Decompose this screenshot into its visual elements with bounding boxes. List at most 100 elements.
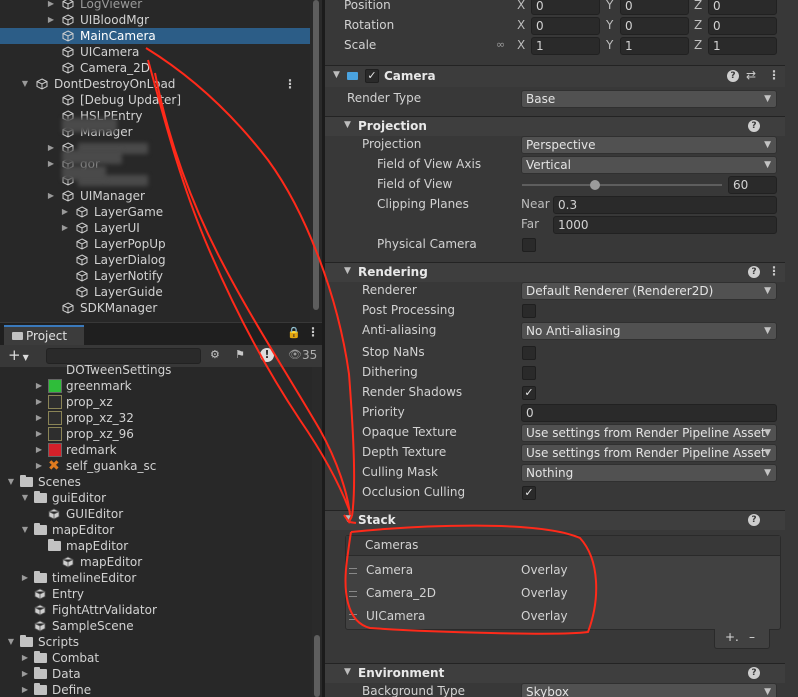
- position-x-field[interactable]: 0: [531, 0, 600, 15]
- warning-filter-icon[interactable]: !: [260, 348, 274, 362]
- tab-project[interactable]: Project: [4, 325, 84, 345]
- hierarchy-scrollbar[interactable]: [310, 0, 322, 322]
- hierarchy-item[interactable]: Camera_2D: [0, 60, 310, 76]
- axis-label[interactable]: Z: [694, 18, 702, 32]
- stack-camera-row[interactable]: Camera_2D Overlay: [346, 583, 780, 605]
- hierarchy-item[interactable]: LayerDialog: [0, 252, 310, 268]
- hierarchy-item[interactable]: UICamera: [0, 44, 310, 60]
- project-item[interactable]: ▶ Combat: [0, 650, 312, 666]
- physical-camera-checkbox[interactable]: [522, 238, 536, 252]
- anti-aliasing-dropdown[interactable]: No Anti-aliasing ▼: [521, 322, 777, 340]
- expand-arrow-icon[interactable]: ▼: [20, 490, 30, 506]
- kebab-menu-icon[interactable]: ⋮: [307, 325, 319, 339]
- collapse-arrow-icon[interactable]: ▼: [344, 667, 351, 677]
- culling-mask-dropdown[interactable]: Nothing ▼: [521, 464, 777, 482]
- expand-arrow-icon[interactable]: ▶: [34, 426, 44, 442]
- expand-arrow-icon[interactable]: ▶: [20, 666, 30, 682]
- project-item[interactable]: ▶ Data: [0, 666, 312, 682]
- project-item[interactable]: ▶ greenmark: [0, 378, 312, 394]
- expand-arrow-icon[interactable]: ▶: [34, 394, 44, 410]
- hierarchy-item[interactable]: ▶ LayerUI: [0, 220, 310, 236]
- project-item[interactable]: Entry: [0, 586, 312, 602]
- axis-label[interactable]: Y: [606, 18, 613, 32]
- project-item[interactable]: ▶ prop_xz_32: [0, 410, 312, 426]
- expand-arrow-icon[interactable]: ▶: [34, 458, 44, 474]
- drag-handle-icon[interactable]: [349, 591, 357, 597]
- expand-arrow-icon[interactable]: ▼: [20, 522, 30, 538]
- fov-value-field[interactable]: 60: [728, 176, 777, 194]
- rendering-section-header[interactable]: ▼ Rendering ? ⋮: [325, 262, 798, 282]
- axis-label[interactable]: X: [517, 0, 525, 12]
- expand-arrow-icon[interactable]: ▶: [46, 0, 56, 12]
- hierarchy-item[interactable]: MainCamera: [0, 28, 310, 44]
- component-menu-icon[interactable]: ⋮: [768, 68, 780, 82]
- help-icon[interactable]: ?: [748, 120, 760, 132]
- expand-arrow-icon[interactable]: ▼: [6, 634, 16, 650]
- opaque-texture-dropdown[interactable]: Use settings from Render Pipeline Asset ▼: [521, 424, 777, 442]
- background-type-dropdown[interactable]: Skybox ▼: [521, 683, 777, 697]
- project-item[interactable]: ▶ ✖ self_guanka_sc: [0, 458, 312, 474]
- expand-arrow-icon[interactable]: ▶: [46, 140, 56, 156]
- dithering-checkbox[interactable]: [522, 366, 536, 380]
- remove-camera-button[interactable]: –: [749, 630, 755, 644]
- filter-by-label-icon[interactable]: ⚑: [235, 348, 245, 361]
- inspector-scrollbar[interactable]: [785, 0, 798, 697]
- project-item[interactable]: FightAttrValidator: [0, 602, 312, 618]
- post-processing-checkbox[interactable]: [522, 304, 536, 318]
- projection-dropdown[interactable]: Perspective ▼: [521, 136, 777, 154]
- hierarchy-item[interactable]: ▶ LogViewer: [0, 0, 310, 12]
- project-item[interactable]: SampleScene: [0, 618, 312, 634]
- stack-camera-row[interactable]: Camera Overlay: [346, 560, 780, 582]
- constrain-proportions-icon[interactable]: ∞: [496, 38, 505, 51]
- hierarchy-item[interactable]: ▶ UIManager: [0, 188, 310, 204]
- drag-handle-icon[interactable]: [349, 568, 357, 574]
- collapse-arrow-icon[interactable]: ▼: [344, 514, 351, 524]
- near-field[interactable]: 0.3: [553, 196, 777, 214]
- render-type-dropdown[interactable]: Base ▼: [521, 90, 777, 108]
- presets-icon[interactable]: ⇄: [746, 68, 756, 82]
- hierarchy-item[interactable]: ▶ UIBloodMgr: [0, 12, 310, 28]
- axis-label[interactable]: Z: [694, 38, 702, 52]
- project-scrollbar[interactable]: [312, 367, 322, 697]
- hierarchy-item[interactable]: LayerPopUp: [0, 236, 310, 252]
- rotation-y-field[interactable]: 0: [620, 17, 689, 35]
- expand-arrow-icon[interactable]: ▶: [20, 570, 30, 586]
- project-item[interactable]: ▶ redmark: [0, 442, 312, 458]
- expand-arrow-icon[interactable]: ▶: [34, 442, 44, 458]
- hierarchy-item[interactable]: Manager: [0, 124, 310, 140]
- project-item[interactable]: ▶ prop_xz_96: [0, 426, 312, 442]
- kebab-menu-icon[interactable]: ⋮: [284, 76, 296, 92]
- stack-section-header[interactable]: ▼ Stack ?: [325, 510, 798, 530]
- hierarchy-item[interactable]: ▶: [0, 140, 310, 156]
- panel-splitter[interactable]: [322, 0, 325, 697]
- project-item[interactable]: mapEditor: [0, 554, 312, 570]
- hidden-packages-icon[interactable]: 👁: [288, 348, 302, 361]
- expand-arrow-icon[interactable]: ▶: [60, 220, 70, 236]
- axis-label[interactable]: Z: [694, 0, 702, 12]
- drag-handle-icon[interactable]: [349, 614, 357, 620]
- collapse-arrow-icon[interactable]: ▼: [344, 266, 351, 276]
- hierarchy-item[interactable]: HSLPEntry: [0, 108, 310, 124]
- expand-arrow-icon[interactable]: ▼: [6, 474, 16, 490]
- project-item[interactable]: ▼ mapEditor: [0, 522, 312, 538]
- hierarchy-item[interactable]: ▶ LayerGame: [0, 204, 310, 220]
- hierarchy-scroll-thumb[interactable]: [313, 0, 319, 310]
- projection-section-header[interactable]: ▼ Projection ?: [325, 116, 798, 136]
- expand-arrow-icon[interactable]: ▶: [20, 682, 30, 697]
- axis-label[interactable]: X: [517, 38, 525, 52]
- axis-label[interactable]: Y: [606, 0, 613, 12]
- expand-arrow-icon[interactable]: ▶: [46, 156, 56, 172]
- hierarchy-item[interactable]: ▼ DontDestroyOnLoad ⋮: [0, 76, 310, 92]
- project-item[interactable]: DOTweenSettings: [0, 362, 312, 378]
- lock-icon[interactable]: 🔒: [287, 326, 301, 339]
- camera-component-header[interactable]: ▼ ✓ Camera ? ⇄ ⋮: [325, 65, 798, 87]
- stop-nans-checkbox[interactable]: [522, 346, 536, 360]
- fov-slider-knob[interactable]: [590, 180, 600, 190]
- render-shadows-checkbox[interactable]: ✓: [522, 386, 536, 400]
- project-item[interactable]: ▶ timelineEditor: [0, 570, 312, 586]
- position-z-field[interactable]: 0: [708, 0, 777, 15]
- help-icon[interactable]: ?: [727, 70, 739, 82]
- expand-arrow-icon[interactable]: ▶: [46, 12, 56, 28]
- expand-arrow-icon[interactable]: ▶: [60, 204, 70, 220]
- renderer-dropdown[interactable]: Default Renderer (Renderer2D) ▼: [521, 282, 777, 300]
